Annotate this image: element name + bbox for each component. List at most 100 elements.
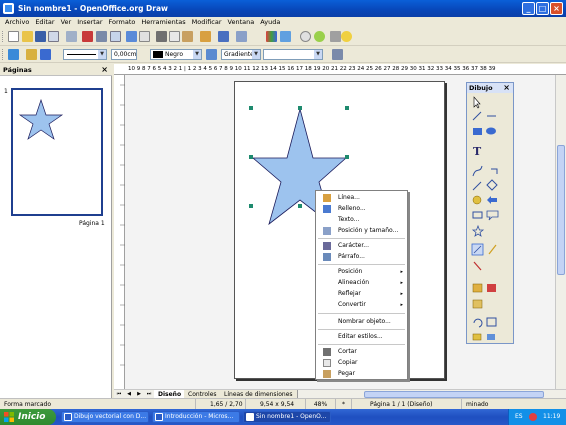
task-label: Introducción - Micros... (165, 413, 234, 420)
task-introduccion[interactable]: Introducción - Micros... (152, 411, 240, 423)
menu-formato[interactable]: Formato (106, 17, 139, 28)
line-style-select[interactable]: ▼ (63, 49, 107, 60)
toolbar-grip[interactable] (2, 49, 5, 60)
minimize-button[interactable]: _ (522, 2, 535, 15)
chart-icon[interactable] (266, 31, 277, 42)
copy-icon[interactable] (169, 31, 180, 42)
menu-item-pegar[interactable]: Pegar (316, 369, 407, 379)
menu-item-parrafo[interactable]: Párrafo... (316, 252, 407, 262)
save-icon[interactable] (35, 31, 46, 42)
menu-item-convertir[interactable]: Convertir ▸ (316, 300, 407, 310)
page-thumbnail[interactable] (11, 88, 103, 216)
area-style-select[interactable]: Gradiente ▼ (221, 49, 261, 60)
edit-file-icon[interactable] (66, 31, 77, 42)
print-preview-icon[interactable] (110, 31, 121, 42)
task-sin-nombre[interactable]: Sin nombre1 - OpenO... (243, 411, 331, 423)
close-icon[interactable]: × (503, 83, 510, 93)
drawing-tools: T (471, 96, 499, 341)
toolbar-grip[interactable] (2, 31, 5, 42)
scroll-thumb[interactable] (557, 145, 565, 275)
menu-item-copiar[interactable]: Copiar (316, 358, 407, 368)
close-icon[interactable]: × (101, 64, 108, 76)
menu-ventana[interactable]: Ventana (225, 17, 258, 28)
menu-item-label: Relleno... (338, 205, 366, 212)
spellcheck-icon[interactable] (126, 31, 137, 42)
line-style-icon (323, 194, 331, 202)
tray-alert-icon[interactable] (529, 413, 537, 421)
block-arrows-icon (487, 196, 497, 204)
menu-herramientas[interactable]: Herramientas (138, 17, 188, 28)
word-icon (155, 413, 163, 421)
menu-item-linea[interactable]: Línea... (316, 193, 407, 203)
cut-icon[interactable] (156, 31, 167, 42)
arrow-style-icon[interactable] (40, 49, 51, 60)
menu-item-reflejar[interactable]: Reflejar ▸ (316, 289, 407, 299)
menu-item-editar-estilos[interactable]: Editar estilos... (316, 332, 407, 342)
area-style-value: Gradiente (224, 51, 254, 58)
app-icon[interactable] (3, 3, 14, 14)
undo-icon[interactable] (218, 31, 229, 42)
menu-item-label: Pegar (338, 370, 356, 377)
line-color-select[interactable]: Negro ▼ (150, 49, 202, 60)
menu-item-caracter[interactable]: Carácter... (316, 241, 407, 251)
area-fill-icon[interactable] (206, 49, 217, 60)
menu-editar[interactable]: Editar (32, 17, 57, 28)
close-button[interactable]: × (550, 2, 563, 15)
menu-item-cortar[interactable]: Cortar (316, 347, 407, 357)
task-dibujo-vectorial[interactable]: Dibujo vectorial con D... (61, 411, 149, 423)
chevron-down-icon: ▼ (314, 50, 322, 59)
table-icon[interactable] (280, 31, 291, 42)
start-button[interactable]: Inicio (0, 409, 56, 425)
page-label: Página 1 (79, 220, 105, 227)
menu-modificar[interactable]: Modificar (189, 17, 225, 28)
clock[interactable]: 11:19 (543, 409, 560, 425)
format-paintbrush-icon[interactable] (200, 31, 211, 42)
symbol-shapes-icon (472, 195, 482, 205)
menu-item-relleno[interactable]: Relleno... (316, 204, 407, 214)
line-filling-toolbar: ▼ 0,00cm Negro ▼ Gradiente ▼ ▼ (0, 46, 566, 63)
gallery-icon[interactable] (314, 31, 325, 42)
zoom-icon[interactable] (330, 31, 341, 42)
horizontal-scroll-thumb[interactable] (364, 391, 544, 398)
line-width-field[interactable]: 0,00cm (111, 49, 137, 60)
area-value-select[interactable]: ▼ (263, 49, 323, 60)
menu-archivo[interactable]: Archivo (2, 17, 32, 28)
menu-item-posicion-tamano[interactable]: Posición y tamaño... (316, 226, 407, 236)
menu-ayuda[interactable]: Ayuda (257, 17, 283, 28)
menu-item-posicion[interactable]: Posición ▸ (316, 267, 407, 277)
menu-item-alineacion[interactable]: Alineación ▸ (316, 278, 407, 288)
ruler-labels: 10 9 8 7 6 5 4 3 2 1 | 1 2 3 4 5 6 7 8 9… (128, 66, 496, 72)
connector-tool-icon (491, 168, 498, 174)
openoffice-icon (246, 413, 254, 421)
horizontal-ruler[interactable]: 10 9 8 7 6 5 4 3 2 1 | 1 2 3 4 5 6 7 8 9… (114, 64, 566, 75)
vertical-scrollbar[interactable] (555, 75, 566, 389)
styles-icon[interactable] (8, 49, 19, 60)
export-pdf-icon[interactable] (82, 31, 93, 42)
fill-icon (323, 205, 331, 213)
taskbar: Inicio Dibujo vectorial con D... Introdu… (0, 409, 566, 425)
paragraph-icon (323, 253, 331, 261)
redo-icon[interactable] (236, 31, 247, 42)
menu-item-label: Texto... (338, 216, 360, 223)
language-indicator[interactable]: ES (515, 409, 523, 425)
paste-icon[interactable] (182, 31, 193, 42)
word-icon (64, 413, 72, 421)
window-title: Sin nombre1 - OpenOffice.org Draw (18, 4, 168, 13)
line-style-icon[interactable] (26, 49, 37, 60)
maximize-button[interactable]: □ (536, 2, 549, 15)
new-document-icon[interactable] (8, 31, 19, 42)
help-icon[interactable] (341, 31, 352, 42)
menu-insertar[interactable]: Insertar (74, 17, 105, 28)
email-icon[interactable] (48, 31, 59, 42)
print-icon[interactable] (96, 31, 107, 42)
navigator-icon[interactable] (300, 31, 311, 42)
auto-spellcheck-icon[interactable] (139, 31, 150, 42)
drawing-toolbar-header[interactable]: Dibujo × (467, 83, 513, 93)
menu-item-texto[interactable]: Texto... (316, 215, 407, 225)
shadow-icon[interactable] (332, 49, 343, 60)
menu-item-nombrar-objeto[interactable]: Nombrar objeto... (316, 317, 407, 327)
open-folder-icon[interactable] (22, 31, 33, 42)
ruler-ticks (120, 84, 125, 366)
vertical-ruler[interactable] (114, 75, 125, 389)
menu-ver[interactable]: Ver (58, 17, 75, 28)
